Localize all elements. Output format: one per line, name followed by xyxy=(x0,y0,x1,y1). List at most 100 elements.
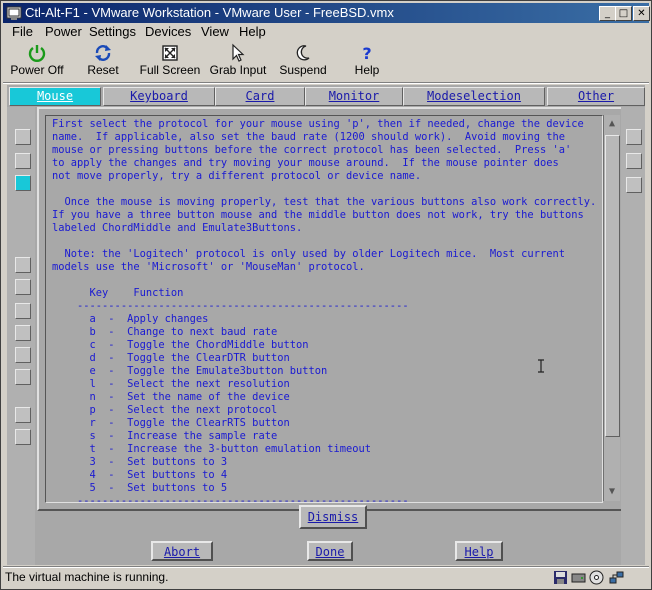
background-widget xyxy=(15,347,31,363)
help-text-line: b - Change to next baud rate xyxy=(52,326,278,338)
close-button[interactable]: ✕ xyxy=(633,6,650,21)
suspend-button[interactable]: Suspend xyxy=(277,43,329,77)
help-text-line xyxy=(52,274,596,287)
window-title: Ctl-Alt-F1 - VMware Workstation - VMware… xyxy=(25,5,394,20)
background-left-strip xyxy=(7,107,35,565)
help-text-line: t - Increase the 3-button emulation time… xyxy=(52,443,372,455)
help-text-line: mouse or pressing buttons before the cor… xyxy=(52,144,572,156)
help-text-line: If you have a three button mouse and the… xyxy=(52,209,584,221)
background-widget xyxy=(15,407,31,423)
menu-bar: File Power Settings Devices View Help xyxy=(3,23,649,41)
help-text-line: r - Toggle the ClearRTS button xyxy=(52,417,290,429)
help-text-line: 4 - Set buttons to 4 xyxy=(52,469,228,481)
moon-icon xyxy=(296,45,310,61)
done-button[interactable]: Done xyxy=(307,541,353,561)
background-widget xyxy=(15,429,31,445)
background-widget xyxy=(15,369,31,385)
scroll-up-icon[interactable]: ▲ xyxy=(605,117,619,131)
help-text-line: First select the protocol for your mouse… xyxy=(52,118,584,130)
text-cursor-icon xyxy=(538,359,544,373)
help-text-line: l - Select the next resolution xyxy=(52,378,290,390)
help-icon: ? xyxy=(362,44,371,63)
tab-mouse[interactable]: Mouse xyxy=(9,87,101,106)
help-text-line: Once the mouse is moving properly, test … xyxy=(52,196,597,208)
background-widget xyxy=(15,257,31,273)
background-widget xyxy=(626,153,642,169)
floppy-icon[interactable] xyxy=(553,570,568,585)
toolbar-separator xyxy=(3,82,649,84)
scroll-thumb[interactable] xyxy=(605,135,620,437)
help-dialog-button[interactable]: Help xyxy=(455,541,503,561)
vmware-window: Ctl-Alt-F1 - VMware Workstation - VMware… xyxy=(0,0,652,590)
svg-text:?: ? xyxy=(362,44,371,63)
toolbar: Power Off Reset Full Screen Grab Input S… xyxy=(3,43,649,81)
dismiss-button[interactable]: Dismiss xyxy=(299,505,367,529)
background-widget xyxy=(15,153,31,169)
grab-icon xyxy=(232,43,245,62)
background-widget xyxy=(626,177,642,193)
full-screen-button[interactable]: Full Screen xyxy=(139,43,201,77)
status-separator xyxy=(3,566,649,568)
help-text-line: 5 - Set buttons to 5 xyxy=(52,482,228,494)
minimize-button[interactable]: _ xyxy=(599,6,616,21)
scroll-down-icon[interactable]: ▼ xyxy=(605,485,619,499)
help-text-line xyxy=(52,235,596,248)
menu-devices[interactable]: Devices xyxy=(145,24,191,39)
help-text-line: to apply the changes and try moving your… xyxy=(52,157,559,169)
help-text-line: ----------------------------------------… xyxy=(52,495,409,503)
help-text-line: Key Function xyxy=(52,287,184,299)
menu-help[interactable]: Help xyxy=(239,24,266,39)
help-text-line: Note: the 'Logitech' protocol is only us… xyxy=(52,248,565,260)
vertical-scrollbar[interactable]: ▲ ▼ xyxy=(603,115,620,501)
menu-settings[interactable]: Settings xyxy=(89,24,136,39)
help-text-line: e - Toggle the Emulate3button button xyxy=(52,365,328,377)
tab-keyboard[interactable]: Keyboard xyxy=(103,87,215,106)
background-right-strip xyxy=(621,107,645,565)
config-tabs: Mouse Keyboard Card Monitor Modeselectio… xyxy=(7,85,645,107)
reset-button[interactable]: Reset xyxy=(83,43,123,77)
help-text-line xyxy=(52,183,596,196)
vm-screen[interactable]: Mouse Keyboard Card Monitor Modeselectio… xyxy=(7,85,645,565)
power-off-button[interactable]: Power Off xyxy=(9,43,65,77)
help-text-line: a - Apply changes xyxy=(52,313,209,325)
help-text-line: labeled ChordMiddle and Emulate3Buttons. xyxy=(52,222,303,234)
menu-power[interactable]: Power xyxy=(45,24,82,39)
help-text-line: c - Toggle the ChordMiddle button xyxy=(52,339,309,351)
grab-input-button[interactable]: Grab Input xyxy=(207,43,269,77)
hard-disk-icon[interactable] xyxy=(571,570,586,585)
abort-button[interactable]: Abort xyxy=(151,541,213,561)
tab-modeselection[interactable]: Modeselection xyxy=(403,87,545,106)
reset-icon xyxy=(95,45,111,61)
background-widget xyxy=(15,279,31,295)
network-icon[interactable] xyxy=(609,570,624,585)
help-text-line: 3 - Set buttons to 3 xyxy=(52,456,228,468)
status-text: The virtual machine is running. xyxy=(5,570,169,584)
background-widget xyxy=(15,325,31,341)
power-icon xyxy=(28,45,46,62)
mouse-help-dialog: First select the protocol for your mouse… xyxy=(37,107,623,511)
menu-file[interactable]: File xyxy=(12,24,33,39)
title-bar[interactable]: Ctl-Alt-F1 - VMware Workstation - VMware… xyxy=(3,3,650,23)
help-text-line: n - Set the name of the device xyxy=(52,391,290,403)
help-text: First select the protocol for your mouse… xyxy=(52,118,597,503)
help-text-area[interactable]: First select the protocol for your mouse… xyxy=(45,115,603,503)
help-text-line: name. If applicable, also set the baud r… xyxy=(52,131,565,143)
background-widget xyxy=(15,129,31,145)
maximize-button[interactable]: □ xyxy=(615,6,632,21)
menu-view[interactable]: View xyxy=(201,24,229,39)
help-text-line: models use the 'Microsoft' or 'MouseMan'… xyxy=(52,261,365,273)
status-bar: The virtual machine is running. xyxy=(3,569,649,587)
background-widget xyxy=(15,303,31,319)
help-text-line: p - Select the next protocol xyxy=(52,404,278,416)
background-widget xyxy=(626,129,642,145)
help-text-line: d - Toggle the ClearDTR button xyxy=(52,352,290,364)
tab-monitor[interactable]: Monitor xyxy=(305,87,403,106)
help-text-line: s - Increase the sample rate xyxy=(52,430,278,442)
cdrom-icon[interactable] xyxy=(589,570,604,585)
tab-card[interactable]: Card xyxy=(215,87,305,106)
fullscreen-icon xyxy=(162,45,178,61)
help-toolbar-button[interactable]: ? Help xyxy=(351,43,383,77)
background-widget xyxy=(15,175,31,191)
tab-other[interactable]: Other xyxy=(547,87,645,106)
help-text-line: not move properly, try a different proto… xyxy=(52,170,422,182)
